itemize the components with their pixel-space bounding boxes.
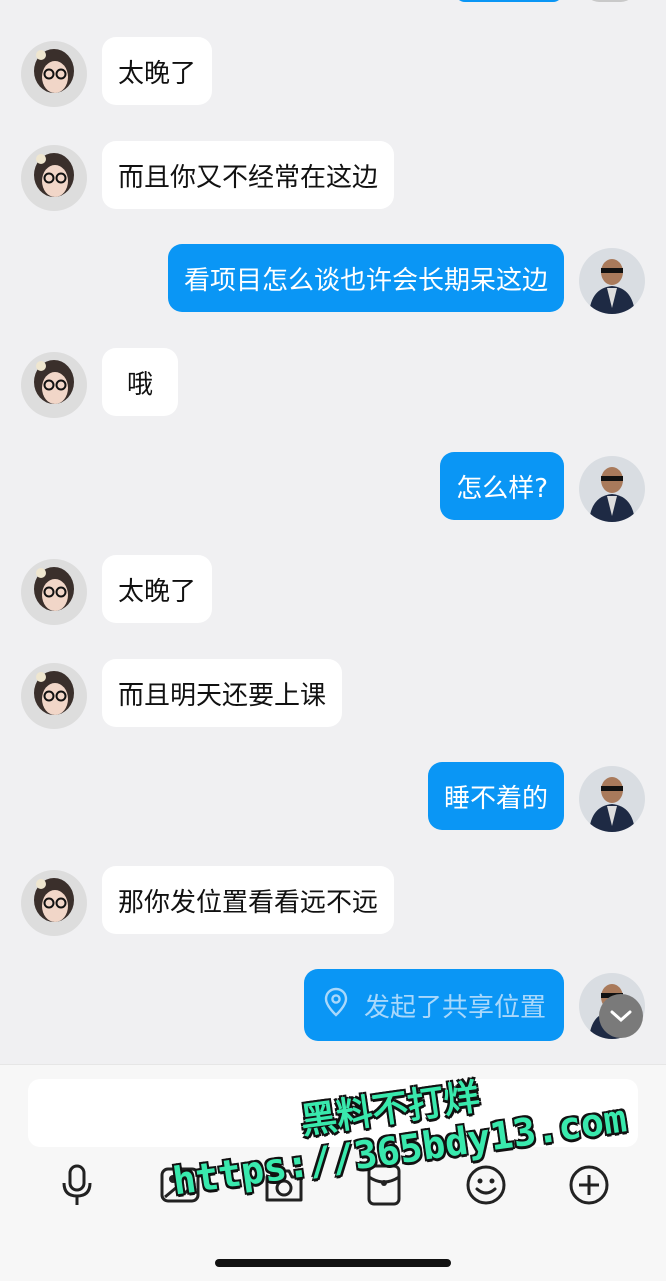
message-bubble[interactable]: 太晚了	[102, 555, 213, 623]
message-bubble[interactable]: 而且明天还要上课	[102, 659, 343, 727]
chat-area[interactable]: 太晚了 而且你又不经常在这边 看项目怎么谈也许会长期呆这边 哦 怎么样? 太晚了…	[0, 0, 666, 1064]
contact-avatar[interactable]	[21, 145, 87, 211]
voice-button[interactable]	[53, 1161, 101, 1209]
contact-avatar[interactable]	[21, 663, 87, 729]
message-bubble[interactable]: 那你发位置看看远不远	[102, 866, 395, 934]
emoji-icon	[466, 1165, 506, 1205]
previous-avatar-fragment	[585, 0, 635, 2]
message-row: 而且你又不经常在这边	[0, 141, 666, 221]
plus-icon	[569, 1165, 609, 1205]
previous-bubble-fragment	[455, 0, 563, 2]
user-avatar[interactable]	[579, 248, 645, 314]
message-bubble[interactable]: 哦	[102, 348, 179, 416]
location-share-label: 发起了共享位置	[363, 992, 546, 1023]
message-row: 看项目怎么谈也许会长期呆这边	[0, 244, 666, 324]
message-bubble[interactable]: 太晚了	[102, 37, 213, 105]
contact-avatar[interactable]	[21, 41, 87, 107]
chevron-down-icon	[610, 1010, 632, 1023]
location-pin-icon	[322, 987, 350, 1024]
user-avatar[interactable]	[579, 456, 645, 522]
contact-avatar[interactable]	[21, 559, 87, 625]
scroll-to-bottom-button[interactable]	[599, 994, 643, 1038]
message-row: 那你发位置看看远不远	[0, 866, 666, 946]
user-avatar[interactable]	[579, 766, 645, 832]
contact-avatar[interactable]	[21, 870, 87, 936]
message-bubble[interactable]: 看项目怎么谈也许会长期呆这边	[167, 244, 564, 312]
message-bubble[interactable]: 怎么样?	[440, 452, 564, 520]
message-row: 发起了共享位置	[0, 969, 666, 1049]
message-row: 太晚了	[0, 555, 666, 635]
emoji-button[interactable]	[462, 1161, 510, 1209]
location-share-bubble[interactable]: 发起了共享位置	[303, 969, 564, 1041]
message-row: 怎么样?	[0, 452, 666, 532]
message-row: 而且明天还要上课	[0, 659, 666, 739]
message-row: 太晚了	[0, 37, 666, 117]
message-row: 睡不着的	[0, 762, 666, 842]
more-button[interactable]	[565, 1161, 613, 1209]
microphone-icon	[62, 1164, 92, 1205]
message-row: 哦	[0, 348, 666, 428]
contact-avatar[interactable]	[21, 352, 87, 418]
home-indicator	[215, 1259, 451, 1267]
message-bubble[interactable]: 而且你又不经常在这边	[102, 141, 395, 209]
message-bubble[interactable]: 睡不着的	[427, 762, 564, 830]
